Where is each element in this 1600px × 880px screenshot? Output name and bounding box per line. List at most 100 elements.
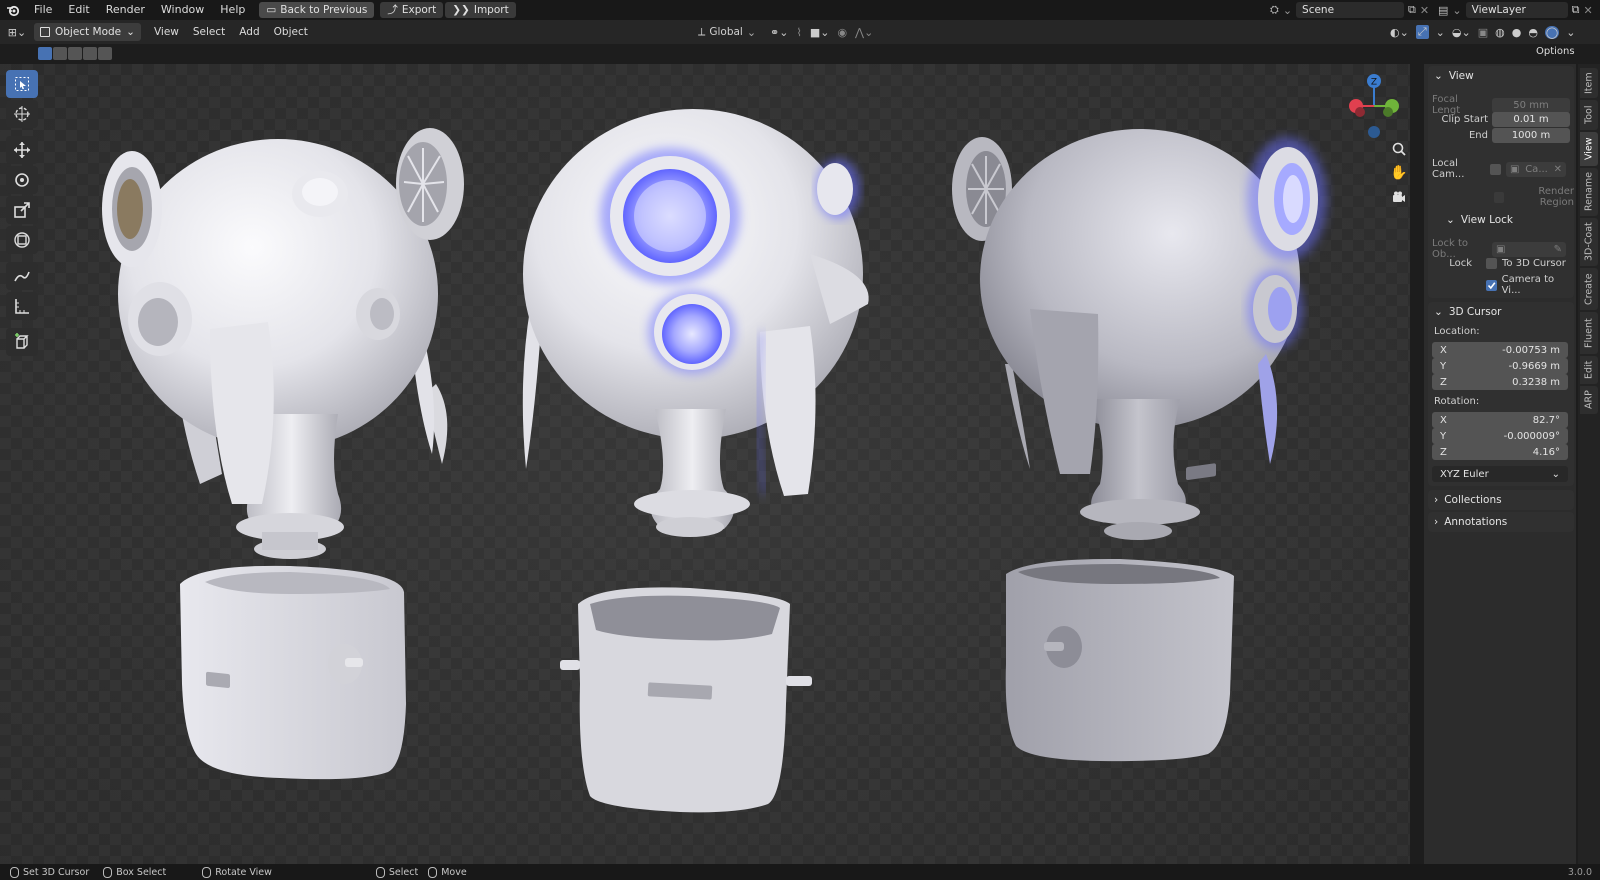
select-intersect-icon[interactable] (98, 47, 112, 60)
location-y-label: Y (1440, 360, 1447, 372)
clip-end-field[interactable]: 1000 m (1492, 128, 1570, 143)
annotate-tool-icon[interactable] (6, 262, 38, 290)
xray-icon[interactable]: ▣ (1478, 26, 1488, 39)
move-tool-icon[interactable] (6, 136, 38, 164)
cursor-tool-icon[interactable] (6, 100, 38, 128)
transform-orientation-dropdown[interactable]: ⟂ Global ⌄ (698, 25, 756, 39)
falloff-icon[interactable]: ⋀⌄ (855, 26, 873, 39)
rotation-y-field[interactable]: Y -0.000009° (1432, 428, 1568, 444)
tab-item[interactable]: Item (1580, 68, 1598, 98)
object-mode-dropdown[interactable]: Object Mode ⌄ (34, 23, 141, 41)
local-camera-value: Ca... (1525, 163, 1548, 175)
proportional-edit-icon[interactable]: ◉ (837, 26, 847, 39)
remove-scene-icon[interactable]: ✕ (1420, 4, 1429, 17)
visibility-icon[interactable]: ◐⌄ (1390, 26, 1409, 39)
add-cube-tool-icon[interactable] (6, 328, 38, 356)
menu-help[interactable]: Help (212, 0, 253, 20)
location-z-field[interactable]: Z 0.3238 m (1432, 374, 1568, 390)
menu-render[interactable]: Render (98, 0, 153, 20)
3d-viewport[interactable]: Z ✋ (0, 64, 1410, 864)
tab-fluent[interactable]: Fluent (1580, 312, 1598, 354)
transform-tool-icon[interactable] (6, 226, 38, 254)
shading-dropdown-icon[interactable]: ⌄ (1566, 26, 1575, 39)
gizmo-toggle-icon[interactable]: ⤢ (1415, 25, 1429, 39)
select-subtract-icon[interactable] (68, 47, 82, 60)
import-button[interactable]: ❯❯ Import (445, 2, 516, 18)
new-scene-icon[interactable]: ⧉ (1408, 3, 1416, 17)
lock-to-3d-cursor-checkbox[interactable] (1486, 258, 1497, 269)
editor-type-icon[interactable]: ⊞⌄ (0, 26, 34, 39)
remove-view-layer-icon[interactable]: ✕ (1583, 4, 1592, 17)
eyedropper-icon[interactable]: ✎ (1554, 242, 1562, 257)
snap-icon[interactable]: ⌇ (796, 26, 801, 39)
select-box-tool[interactable] (6, 70, 38, 98)
left-head-model (102, 128, 464, 559)
render-region-checkbox[interactable] (1494, 191, 1504, 203)
chevrons-icon: ❯❯ (452, 4, 470, 16)
annotations-section[interactable]: › Annotations (1428, 512, 1574, 532)
scene-field[interactable]: Scene (1296, 2, 1405, 18)
rotation-x-field[interactable]: X 82.7° (1432, 412, 1568, 428)
pan-hand-icon[interactable]: ✋ (1388, 162, 1410, 184)
local-camera-checkbox[interactable] (1490, 163, 1501, 175)
menu-object[interactable]: Object (267, 26, 315, 38)
mouse-drag-right-icon (428, 866, 438, 878)
blender-logo-icon[interactable] (0, 0, 26, 20)
pivot-icon[interactable]: ⚭⌄ (770, 26, 788, 39)
lock-to-object-field[interactable]: ▣ ✎ (1492, 241, 1566, 257)
clear-icon[interactable]: ✕ (1554, 162, 1562, 177)
rendered-shading-icon[interactable]: ◯ (1544, 25, 1560, 39)
rotation-mode-dropdown[interactable]: XYZ Euler ⌄ (1432, 466, 1568, 482)
back-to-previous-button[interactable]: ▭ Back to Previous (259, 2, 375, 18)
3d-cursor-title: 3D Cursor (1448, 306, 1502, 318)
solid-shading-icon[interactable]: ● (1512, 26, 1522, 39)
material-shading-icon[interactable]: ◓ (1528, 26, 1538, 39)
snap-target-icon[interactable]: ■⌄ (810, 26, 830, 39)
view-layer-field[interactable]: ViewLayer (1465, 2, 1568, 18)
measure-tool-icon[interactable] (6, 292, 38, 320)
rotate-tool-icon[interactable] (6, 166, 38, 194)
tab-edit[interactable]: Edit (1580, 356, 1598, 384)
menu-select[interactable]: Select (186, 26, 232, 38)
camera-view-icon[interactable] (1388, 186, 1410, 208)
menu-file[interactable]: File (26, 0, 60, 20)
select-invert-icon[interactable] (83, 47, 97, 60)
select-extend-icon[interactable] (53, 47, 67, 60)
collections-section[interactable]: › Collections (1428, 490, 1574, 510)
wireframe-shading-icon[interactable]: ◍ (1495, 26, 1505, 39)
tab-arp[interactable]: ARP (1580, 386, 1598, 414)
menu-window[interactable]: Window (153, 0, 212, 20)
scene-selector[interactable]: ⛭ ⌄ Scene ⧉ ✕ (1270, 1, 1429, 19)
overlays-icon[interactable]: ◒⌄ (1452, 26, 1471, 39)
focal-length-field[interactable]: 50 mm (1492, 97, 1570, 113)
options-dropdown[interactable]: Options (1536, 46, 1575, 57)
new-view-layer-icon[interactable]: ⧉ (1572, 3, 1580, 17)
tab-view[interactable]: View (1580, 132, 1598, 166)
view-section-header[interactable]: ⌄ View (1428, 66, 1574, 86)
menu-add[interactable]: Add (232, 26, 266, 38)
select-new-icon[interactable] (38, 47, 52, 60)
local-camera-field[interactable]: ▣ Ca... ✕ (1506, 161, 1566, 177)
zoom-icon[interactable] (1388, 138, 1410, 160)
rotation-z-field[interactable]: Z 4.16° (1432, 444, 1568, 460)
menu-view[interactable]: View (147, 26, 186, 38)
tab-3d-coat[interactable]: 3D-Coat (1580, 218, 1598, 266)
view-lock-title: View Lock (1460, 214, 1514, 226)
view-lock-header[interactable]: ⌄ View Lock (1440, 210, 1513, 230)
menu-edit[interactable]: Edit (60, 0, 97, 20)
export-button[interactable]: ⤴ Export (380, 2, 444, 18)
scale-tool-icon[interactable] (6, 196, 38, 224)
camera-to-view-checkbox[interactable] (1486, 279, 1497, 291)
tab-rename[interactable]: Rename (1580, 168, 1598, 216)
clip-start-field[interactable]: 0.01 m (1492, 112, 1570, 127)
tab-tool[interactable]: Tool (1580, 100, 1598, 130)
3d-cursor-header[interactable]: ⌄ 3D Cursor (1428, 302, 1574, 322)
tab-create[interactable]: Create (1580, 268, 1598, 310)
location-y-field[interactable]: Y -0.9669 m (1432, 358, 1568, 374)
navigation-gizmo[interactable]: Z (1346, 68, 1410, 140)
scene-render (102, 109, 1327, 813)
gizmo-dropdown-icon[interactable]: ⌄ (1436, 26, 1445, 39)
chevron-down-icon: ⌄ (1434, 306, 1443, 318)
view-layer-selector[interactable]: ▤ ⌄ ViewLayer ⧉ ✕ (1438, 1, 1593, 19)
location-x-field[interactable]: X -0.00753 m (1432, 342, 1568, 358)
